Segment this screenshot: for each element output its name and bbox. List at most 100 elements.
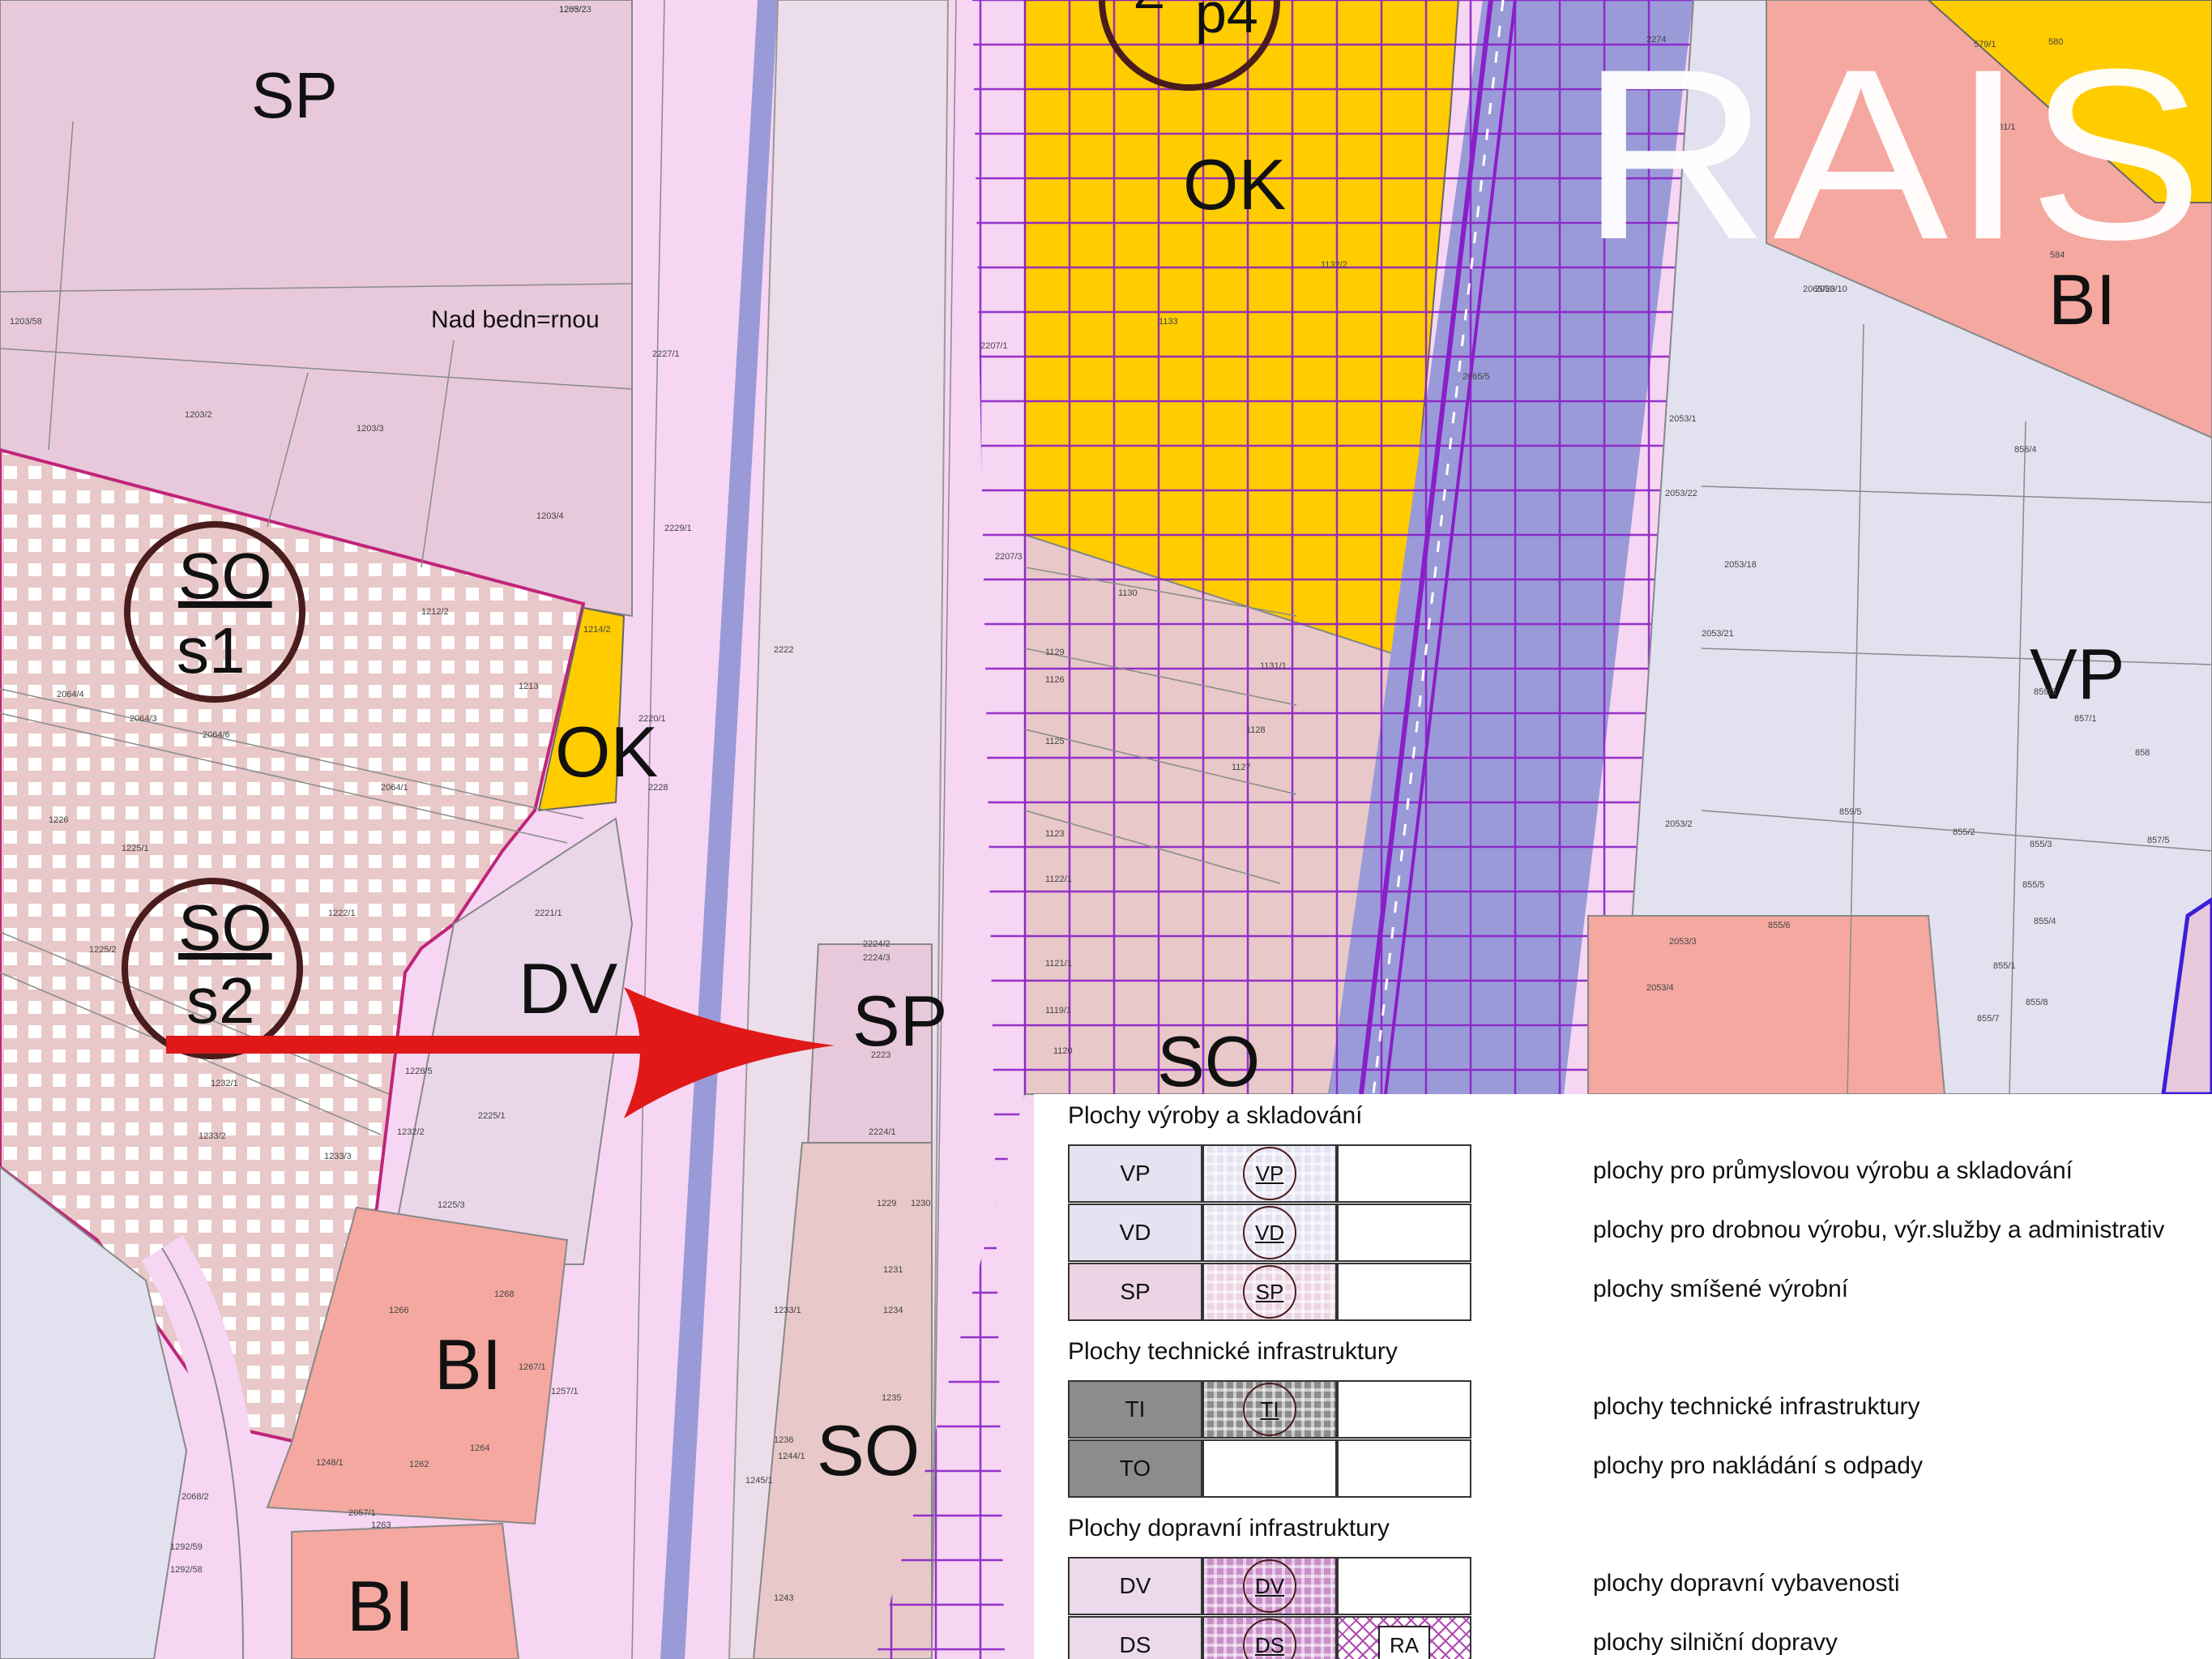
parcel-number: 2221/1 — [535, 909, 562, 918]
parcel-number: 859/3 — [2034, 687, 2056, 697]
legend-proposed-swatch: DV — [1202, 1557, 1337, 1615]
parcel-number: 1225/3 — [438, 1200, 465, 1210]
parcel-number: 855/6 — [1768, 921, 1791, 930]
parcel-number: 1225/1 — [122, 844, 149, 853]
legend-circle-code: VP — [1243, 1147, 1296, 1200]
parcel-number: 1265/2 — [559, 5, 587, 15]
legend-description: plochy smíšené výrobní — [1593, 1276, 1849, 1302]
parcel-number: 1122/1 — [1045, 874, 1072, 884]
parcel-number: 1123 — [1045, 829, 1065, 839]
parcel-number: 2064/1 — [381, 783, 408, 793]
legend-proposed-swatch: TI — [1202, 1380, 1337, 1439]
parcel-number: 1203/2 — [185, 410, 212, 420]
legend-code-swatch: VP — [1068, 1144, 1202, 1203]
parcel-number: 1230 — [911, 1199, 930, 1208]
parcel-number: 1225/2 — [89, 945, 117, 955]
legend-code-swatch: DV — [1068, 1557, 1202, 1615]
parcel-number: 2064/4 — [57, 690, 84, 699]
parcel-number: 1228/5 — [405, 1067, 433, 1076]
legend-section-title: Plochy dopravní infrastruktury — [1068, 1515, 1390, 1541]
parcel-number: 2224/3 — [863, 953, 890, 963]
parcel-number: 855/4 — [2034, 917, 2056, 926]
parcel-number: 2053/22 — [1665, 489, 1697, 498]
parcel-number: 1268 — [494, 1289, 514, 1299]
parcel-number: 1128 — [1246, 725, 1266, 735]
parcel-number: 1266 — [389, 1306, 408, 1315]
legend-proposed-swatch: DS — [1202, 1616, 1337, 1659]
parcel-number: 1222/1 — [328, 909, 356, 918]
parcel-number: 1234 — [883, 1306, 903, 1315]
parcel-number: 1130 — [1118, 588, 1138, 598]
parcel-number: 1262 — [409, 1460, 429, 1469]
legend-proposed-swatch: VD — [1202, 1204, 1337, 1262]
parcel-number: 1243 — [774, 1593, 793, 1603]
legend-description: plochy pro drobnou výrobu, výr.služby a … — [1593, 1216, 2165, 1243]
parcel-number: 2053/1 — [1669, 414, 1697, 424]
legend-panel: Plochy výroby a skladování VP VP plochy pro… — [1034, 1094, 2212, 1659]
parcel-number: 2068/2 — [181, 1492, 209, 1502]
label-bi-bottom: BI — [347, 1566, 414, 1646]
parcel-number: 2223 — [871, 1050, 890, 1060]
legend-section-title: Plochy technické infrastruktury — [1068, 1338, 1398, 1365]
parcel-number: 2065/5 — [1463, 372, 1490, 382]
parcel-number: 1257/1 — [551, 1387, 579, 1396]
legend-code-swatch: TO — [1068, 1439, 1202, 1498]
parcel-number: 857/5 — [2147, 836, 2170, 845]
parcel-number: 855/5 — [2022, 880, 2045, 890]
label-vp-right: VP — [2030, 634, 2124, 714]
parcel-number: 1212/2 — [421, 607, 449, 617]
parcel-number: 857/1 — [2074, 714, 2097, 724]
legend-code-swatch: SP — [1068, 1263, 1202, 1321]
legend-description: plochy technické infrastruktury — [1593, 1393, 1920, 1420]
legend-proposed-swatch — [1202, 1439, 1337, 1498]
parcel-number: 2064/6 — [203, 730, 230, 740]
legend-proposed-swatch: VP — [1202, 1144, 1337, 1203]
legend-ra-box: RA — [1378, 1626, 1430, 1659]
svg-text:Z: Z — [1134, 0, 1164, 19]
map-stage: SP Nad bedn=rnou OK BI VP OK DV SP SO SO… — [0, 0, 2212, 1659]
parcel-number: 2053/2 — [1665, 819, 1693, 829]
parcel-number: 2053/18 — [1724, 560, 1757, 570]
legend-extra-swatch — [1337, 1204, 1471, 1262]
parcel-number: 1244/1 — [778, 1452, 805, 1461]
parcel-number: 2057/1 — [348, 1508, 376, 1518]
parcel-number: 1231 — [883, 1265, 903, 1275]
label-so-bottom: SO — [817, 1410, 920, 1490]
legend-extra-swatch — [1337, 1557, 1471, 1615]
parcel-number: 1267/1 — [519, 1362, 546, 1372]
parcel-number: 858 — [2135, 748, 2150, 758]
label-so-center: SO — [1157, 1021, 1260, 1101]
parcel-number: 1233/2 — [199, 1131, 226, 1141]
parcel-number: 1213 — [519, 682, 538, 691]
parcel-number: 2053/21 — [1702, 629, 1734, 639]
parcel-number: 1292/58 — [170, 1565, 203, 1575]
parcel-number: 1235 — [882, 1393, 901, 1403]
parcel-number: 1127 — [1232, 763, 1251, 772]
label-ok-top: OK — [1183, 144, 1286, 224]
parcel-number: 2064/3 — [130, 714, 157, 724]
parcel-number: 1263 — [371, 1520, 391, 1530]
parcel-number: 1121/1 — [1045, 959, 1072, 968]
legend-circle-code: VD — [1243, 1206, 1296, 1259]
parcel-number: 1233/3 — [324, 1152, 352, 1161]
parcel-number: 1214/2 — [583, 625, 611, 635]
legend-extra-swatch — [1337, 1380, 1471, 1439]
parcel-number: 1120 — [1053, 1046, 1073, 1056]
label-sp-center: SP — [852, 981, 947, 1061]
parcel-number: 855/1 — [1993, 961, 2016, 971]
parcel-number: 2207/1 — [980, 341, 1008, 351]
legend-extra-swatch: RA — [1337, 1616, 1471, 1659]
parcel-number: 1129 — [1045, 648, 1065, 657]
label-dv: DV — [519, 948, 618, 1028]
parcel-number: 2227/1 — [652, 349, 680, 359]
parcel-number: 855/3 — [2030, 840, 2052, 849]
legend-description: plochy dopravní vybavenosti — [1593, 1570, 1900, 1597]
parcel-number: 1292/59 — [170, 1542, 203, 1552]
parcel-number: 2224/1 — [869, 1127, 896, 1137]
legend-description: plochy pro průmyslovou výrobu a skladová… — [1593, 1157, 2073, 1184]
legend-description: plochy pro nakládání s odpady — [1593, 1452, 1923, 1479]
parcel-number: 2053/3 — [1669, 937, 1697, 947]
parcel-number: 2222 — [774, 645, 793, 655]
svg-text:s1: s1 — [177, 614, 246, 686]
legend-circle-code: DS — [1243, 1618, 1296, 1659]
